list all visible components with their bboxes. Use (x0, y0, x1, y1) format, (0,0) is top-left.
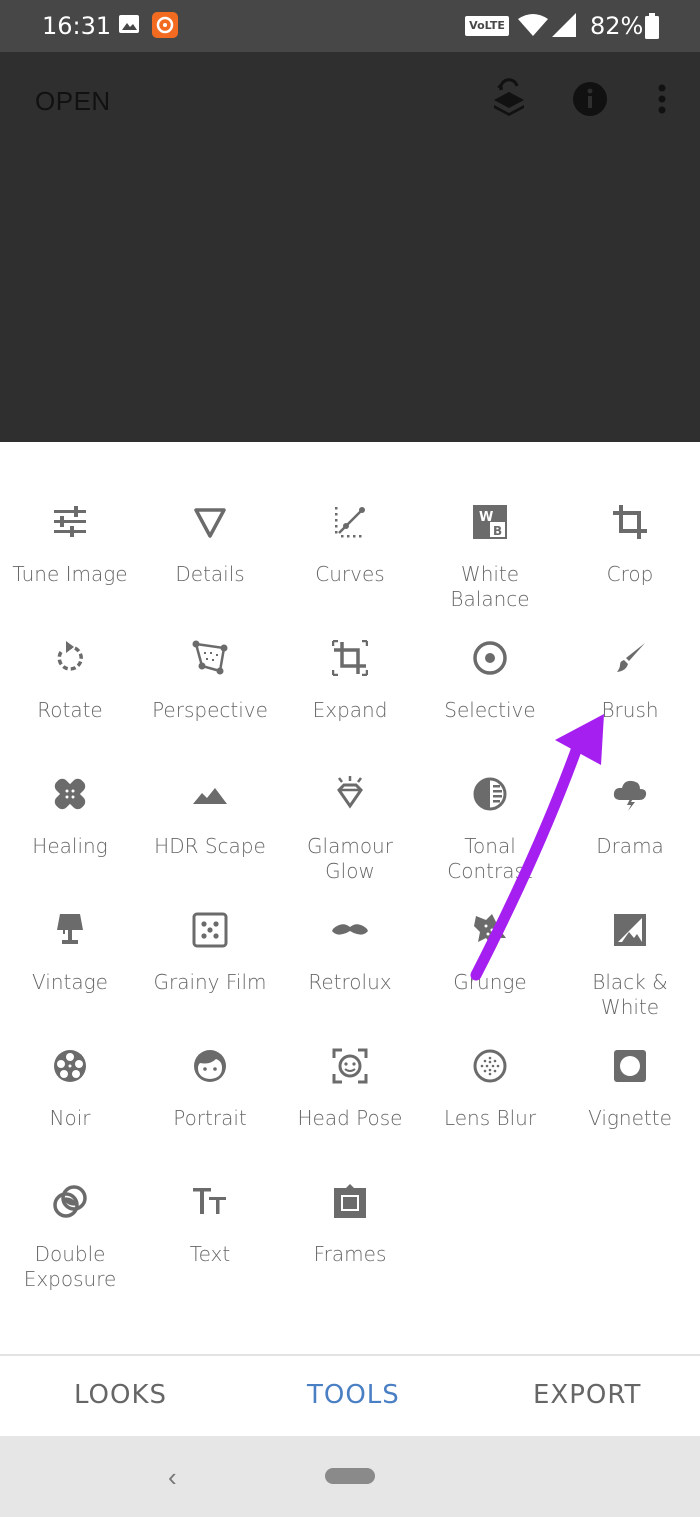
frames-icon (334, 1184, 366, 1218)
noir-icon (54, 1050, 86, 1082)
white-balance-icon: W B (473, 505, 507, 539)
system-navigation-bar: ‹ (0, 1436, 700, 1517)
vignette-icon (614, 1050, 646, 1082)
tool-crop[interactable]: Crop (560, 442, 700, 586)
tool-label: Frames (313, 1242, 387, 1266)
svg-text:B: B (493, 524, 502, 538)
tools-grid: Tune Image Details Curves W B White Bala… (0, 442, 700, 1352)
tool-label: Double Exposure (23, 1242, 117, 1291)
tab-tools[interactable]: TOOLS (307, 1380, 400, 1410)
tool-black-white[interactable]: Black & White (560, 850, 700, 1019)
tool-white-balance[interactable]: W B White Balance (420, 442, 560, 611)
home-pill-icon[interactable] (325, 1468, 375, 1484)
head-pose-icon (332, 1048, 368, 1084)
tonal-contrast-icon (473, 777, 507, 811)
double-exposure-icon (53, 1185, 87, 1218)
back-chevron-icon[interactable]: ‹ (168, 1462, 177, 1493)
tool-head-pose[interactable]: Head Pose (280, 986, 420, 1130)
more-options-icon[interactable] (657, 84, 667, 119)
tool-grunge[interactable]: Grunge (420, 850, 560, 994)
tool-retrolux[interactable]: Retrolux (280, 850, 420, 994)
tool-label: Lens Blur (443, 1106, 537, 1130)
tab-export[interactable]: EXPORT (533, 1380, 641, 1410)
cellular-signal-icon (552, 13, 576, 41)
hdr-scape-icon (193, 788, 227, 804)
tool-text[interactable]: Text (140, 1122, 280, 1266)
tool-drama[interactable]: Drama (560, 714, 700, 858)
glamour-glow-icon (337, 776, 363, 809)
wifi-icon (518, 13, 548, 41)
app-notification-icon (152, 12, 178, 42)
brush-icon (617, 643, 645, 672)
tool-grainy-film[interactable]: Grainy Film (140, 850, 280, 994)
status-bar: 16:31 VoLTE 82% (0, 0, 700, 52)
curves-icon (335, 507, 365, 538)
tool-vignette[interactable]: Vignette (560, 986, 700, 1130)
grunge-icon (474, 914, 506, 946)
selective-icon (473, 641, 507, 675)
gallery-notification-icon (118, 13, 140, 39)
bottom-tab-bar: LOOKS TOOLS EXPORT (0, 1354, 700, 1436)
volte-badge: VoLTE (465, 16, 509, 36)
tool-selective[interactable]: Selective (420, 578, 560, 722)
battery-percentage: 82% (590, 12, 644, 40)
portrait-icon (194, 1050, 226, 1082)
battery-icon (645, 13, 659, 43)
tool-double-exposure[interactable]: Double Exposure (0, 1122, 140, 1291)
tool-lens-blur[interactable]: Lens Blur (420, 986, 560, 1130)
tab-looks[interactable]: LOOKS (74, 1380, 167, 1410)
tool-healing[interactable]: Healing (0, 714, 140, 858)
tool-expand[interactable]: Expand (280, 578, 420, 722)
image-canvas-area: OPEN (0, 52, 700, 442)
healing-icon (54, 778, 86, 810)
grainy-film-icon (192, 912, 228, 948)
lens-blur-icon (473, 1049, 507, 1083)
status-time: 16:31 (42, 12, 112, 40)
open-button[interactable]: OPEN (35, 86, 111, 117)
retrolux-icon (332, 924, 368, 935)
undo-stack-icon[interactable] (491, 78, 527, 123)
drama-icon (613, 780, 647, 811)
perspective-icon (192, 640, 228, 675)
tool-vintage[interactable]: Vintage (0, 850, 140, 994)
tool-details[interactable]: Details (140, 442, 280, 586)
tool-tonal-contrast[interactable]: Tonal Contrast (420, 714, 560, 883)
tune-icon (54, 506, 86, 537)
vintage-icon (57, 914, 83, 944)
info-icon[interactable] (573, 82, 607, 121)
tool-brush[interactable]: Brush (560, 578, 700, 722)
expand-icon (332, 640, 368, 676)
text-icon (193, 1188, 226, 1214)
details-icon (194, 508, 226, 538)
tool-perspective[interactable]: Perspective (140, 578, 280, 722)
tool-label: Text (189, 1242, 231, 1266)
rotate-icon (57, 641, 83, 671)
tool-rotate[interactable]: Rotate (0, 578, 140, 722)
tool-hdr-scape[interactable]: HDR Scape (140, 714, 280, 858)
tool-curves[interactable]: Curves (280, 442, 420, 586)
tool-portrait[interactable]: Portrait (140, 986, 280, 1130)
tool-tune-image[interactable]: Tune Image (0, 442, 140, 586)
tool-label: Vignette (588, 1106, 672, 1130)
tool-noir[interactable]: Noir (0, 986, 140, 1130)
black-white-icon (614, 914, 646, 946)
tool-frames[interactable]: Frames (280, 1122, 420, 1266)
tool-glamour-glow[interactable]: Glamour Glow (280, 714, 420, 883)
crop-icon (613, 505, 647, 539)
